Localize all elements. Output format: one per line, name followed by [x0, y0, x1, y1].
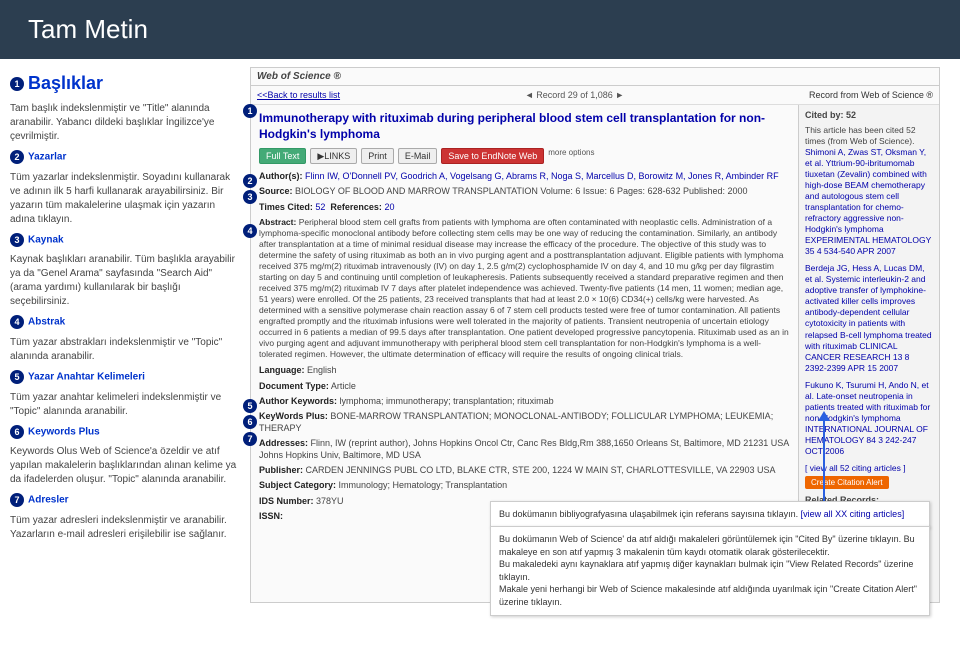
ids-number: 378YU [316, 496, 344, 506]
record-from: Record from Web of Science ® [809, 90, 933, 100]
sec4-text: Tüm yazar abstrakları indekslenmiştir ve… [10, 336, 240, 364]
cited-by-header[interactable]: Cited by: 52 [805, 110, 933, 122]
arrow-icon [810, 417, 838, 507]
info-box-2: Bu dokümanın Web of Science' da atıf ald… [490, 526, 930, 616]
sec5-title: Yazar Anahtar Kelimeleri [28, 372, 145, 383]
email-button[interactable]: E-Mail [398, 148, 438, 164]
times-cited[interactable]: 52 [315, 202, 325, 212]
view-all-link[interactable]: [view all XX citing articles] [801, 509, 905, 519]
marker-3: 3 [243, 190, 257, 204]
marker-7: 7 [243, 432, 257, 446]
sec1-text: Tam başlık indekslenmiştir ve "Title" al… [10, 102, 240, 144]
left-panel: 1Başlıklar Tam başlık indekslenmiştir ve… [0, 59, 250, 656]
wos-brand: Web of Science ® [257, 71, 341, 82]
links-button[interactable]: ▶LINKS [310, 148, 357, 164]
sec7-text: Tüm yazar adresleri indekslenmiştir ve a… [10, 514, 240, 542]
toolbar: Full Text ▶LINKS Print E-Mail Save to En… [259, 148, 790, 164]
marker-6: 6 [243, 415, 257, 429]
sec3-text: Kaynak başlıkları aranabilir. Tüm başlık… [10, 253, 240, 309]
source: BIOLOGY OF BLOOD AND MARROW TRANSPLANTAT… [295, 186, 748, 196]
language: English [307, 365, 337, 375]
abstract: Peripheral blood stem cell grafts from p… [259, 217, 789, 360]
sec6-title: Keywords Plus [28, 426, 100, 437]
sec5-text: Tüm yazar anahtar kelimeleri indekslenmi… [10, 391, 240, 419]
references[interactable]: 20 [384, 202, 394, 212]
page-header: Tam Metin [0, 0, 960, 59]
cited-by-text: This article has been cited 52 times (fr… [805, 125, 933, 147]
addresses: Flinn, IW (reprint author), Johns Hopkin… [259, 438, 789, 460]
doc-type: Article [331, 381, 356, 391]
sec2-text: Tüm yazarlar indekslenmiştir. Soyadını k… [10, 171, 240, 227]
fulltext-button[interactable]: Full Text [259, 148, 306, 164]
info-box-1: Bu dokümanın bibliyografyasına ulaşabilm… [490, 501, 930, 528]
subject-category: Immunology; Hematology; Transplantation [339, 480, 508, 490]
marker-2: 2 [243, 174, 257, 188]
left-title: 1Başlıklar [10, 71, 240, 96]
sec2-title: Yazarlar [28, 152, 66, 163]
sec6-text: Keywords Olus Web of Science'a özeldir v… [10, 445, 240, 487]
citing-1[interactable]: Shimoni A, Zwas ST, Oksman Y, et al. Ytt… [805, 147, 933, 257]
marker-4: 4 [243, 224, 257, 238]
sec7-title: Adresler [28, 495, 69, 506]
keywords-plus: BONE-MARROW TRANSPLANTATION; MONOCLONAL-… [259, 411, 773, 433]
back-link[interactable]: <<Back to results list [257, 90, 340, 100]
more-options[interactable]: more options [548, 148, 594, 164]
sec3-title: Kaynak [28, 234, 64, 245]
marker-1: 1 [243, 104, 257, 118]
record-nav[interactable]: ◄ Record 29 of 1,086 ► [525, 90, 624, 100]
endnote-button[interactable]: Save to EndNote Web [441, 148, 544, 164]
authors[interactable]: Flinn IW, O'Donnell PV, Goodrich A, Voge… [305, 171, 779, 181]
sec4-title: Abstrak [28, 317, 65, 328]
author-keywords: lymphoma; immunotherapy; transplantation… [340, 396, 554, 406]
record-title: Immunotherapy with rituximab during peri… [259, 111, 790, 142]
marker-5: 5 [243, 399, 257, 413]
citing-2[interactable]: Berdeja JG, Hess A, Lucas DM, et al. Sys… [805, 263, 933, 373]
publisher: CARDEN JENNINGS PUBL CO LTD, BLAKE CTR, … [306, 465, 776, 475]
print-button[interactable]: Print [361, 148, 394, 164]
